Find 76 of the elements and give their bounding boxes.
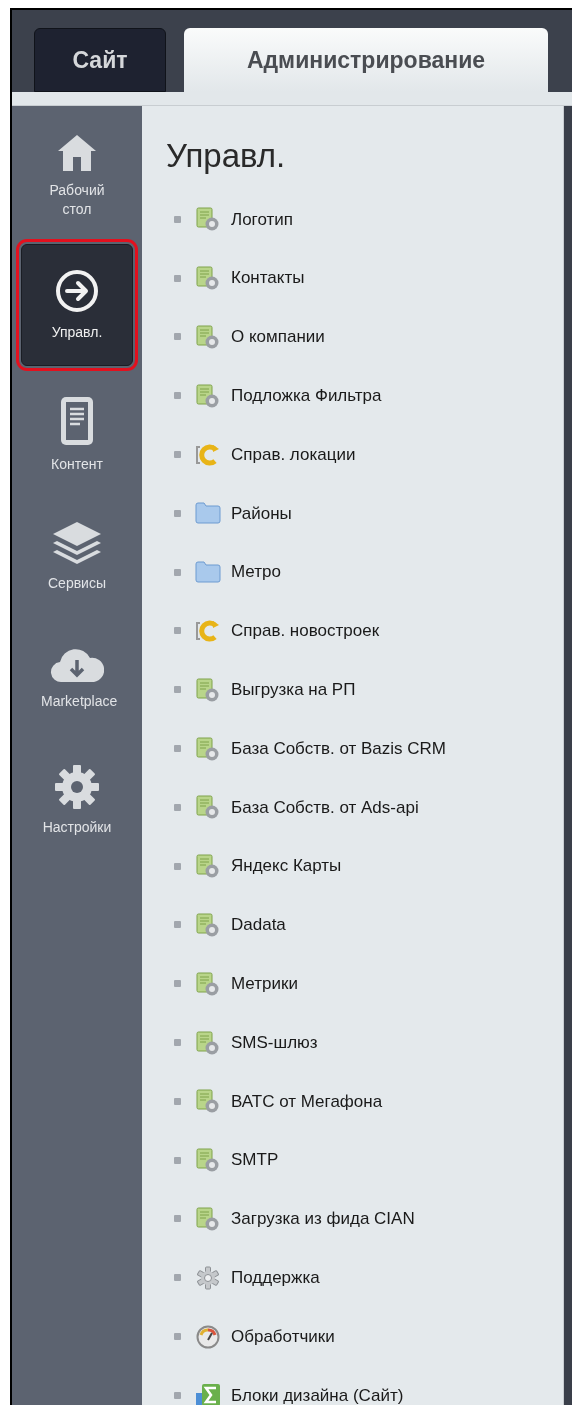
document-gear-icon <box>196 912 220 937</box>
bullet-icon <box>174 745 181 753</box>
gear-icon <box>196 1265 220 1290</box>
document-gear-icon <box>196 266 220 291</box>
menu-link[interactable]: SMTP <box>231 1147 279 1173</box>
bullet-icon <box>174 333 181 341</box>
bullet-icon <box>174 392 181 400</box>
document-gear-icon <box>196 207 220 232</box>
bullet-icon <box>174 509 181 517</box>
bullet-icon <box>174 274 181 282</box>
sidebar-item[interactable]: Настройки <box>21 746 133 854</box>
menu-link[interactable]: Загрузка из фида CIAN <box>231 1206 415 1232</box>
bullet-icon <box>174 1097 181 1105</box>
menu-link[interactable]: Районы <box>231 500 292 527</box>
document-gear-icon <box>196 736 220 761</box>
gauge-icon <box>196 1324 220 1349</box>
menu-link[interactable]: База Собств. от Ads-api <box>231 794 419 821</box>
bullet-icon <box>174 921 181 929</box>
menu-link[interactable]: Яндекс Карты <box>231 853 342 879</box>
folder-icon <box>195 561 221 584</box>
settings-icon <box>54 763 100 810</box>
document-gear-icon <box>196 971 220 996</box>
bullet-icon <box>174 568 181 576</box>
menu-link[interactable]: Обработчики <box>231 1323 335 1350</box>
module-icon <box>195 618 221 643</box>
menu-link[interactable]: Блоки дизайна (Сайт) <box>231 1382 404 1405</box>
arrow-right-circle-icon <box>54 267 100 314</box>
bullet-icon <box>174 1391 181 1399</box>
menu-link[interactable]: Контакты <box>231 265 305 291</box>
document-icon <box>59 394 95 447</box>
bullet-icon <box>174 451 181 459</box>
document-gear-icon <box>196 383 220 408</box>
menu-link[interactable]: Справ. локации <box>231 441 356 468</box>
document-gear-icon <box>196 1089 220 1114</box>
document-gear-icon <box>196 795 220 820</box>
menu-link[interactable]: Логотип <box>231 206 293 233</box>
bullet-icon <box>174 1333 181 1341</box>
menu-link[interactable]: О компании <box>231 324 325 350</box>
menu-link[interactable]: Справ. новостроек <box>231 618 380 644</box>
document-gear-icon <box>196 325 220 349</box>
bullet-icon <box>174 980 181 988</box>
bullet-icon <box>174 215 181 223</box>
sidebar-item[interactable]: Контент <box>21 380 133 488</box>
document-gear-icon <box>196 854 220 879</box>
menu-link[interactable]: База Собств. от Bazis CRM <box>231 735 447 762</box>
document-gear-icon <box>196 1206 220 1231</box>
menu-link[interactable]: Метрики <box>231 971 298 997</box>
menu-link[interactable]: ВАТС от Мегафона <box>231 1088 383 1115</box>
sigma-chart-icon <box>195 1383 221 1405</box>
sidebar-item[interactable]: Marketplace <box>21 624 133 732</box>
bullet-icon <box>174 862 181 870</box>
layers-icon <box>51 519 103 566</box>
folder-icon <box>195 502 221 525</box>
bullet-icon <box>174 627 181 635</box>
page-title: Управл. <box>166 136 287 176</box>
tab[interactable]: Администрирование <box>184 28 548 92</box>
bullet-icon <box>174 1156 181 1164</box>
bullet-icon <box>174 1039 181 1047</box>
bullet-icon <box>174 1215 181 1223</box>
menu-link[interactable]: Поддержка <box>231 1265 320 1291</box>
menu-link[interactable]: Метро <box>231 559 281 585</box>
menu-link[interactable]: Подложка Фильтра <box>231 383 382 409</box>
bullet-icon <box>174 803 181 811</box>
tab[interactable]: Сайт <box>34 28 166 92</box>
document-gear-icon <box>196 1030 220 1055</box>
menu-link[interactable]: Dadata <box>231 912 286 938</box>
bullet-icon <box>174 1274 181 1282</box>
bullet-icon <box>174 686 181 694</box>
sidebar-item[interactable]: Сервисы <box>21 502 133 610</box>
home-icon <box>56 133 98 173</box>
document-gear-icon <box>196 1148 220 1173</box>
module-icon <box>195 442 221 467</box>
document-gear-icon <box>196 677 220 702</box>
menu-link[interactable]: Выгрузка на РП <box>231 677 356 703</box>
sidebar-item[interactable]: Рабочий стол <box>21 122 133 230</box>
menu-link[interactable]: SMS-шлюз <box>231 1029 318 1056</box>
